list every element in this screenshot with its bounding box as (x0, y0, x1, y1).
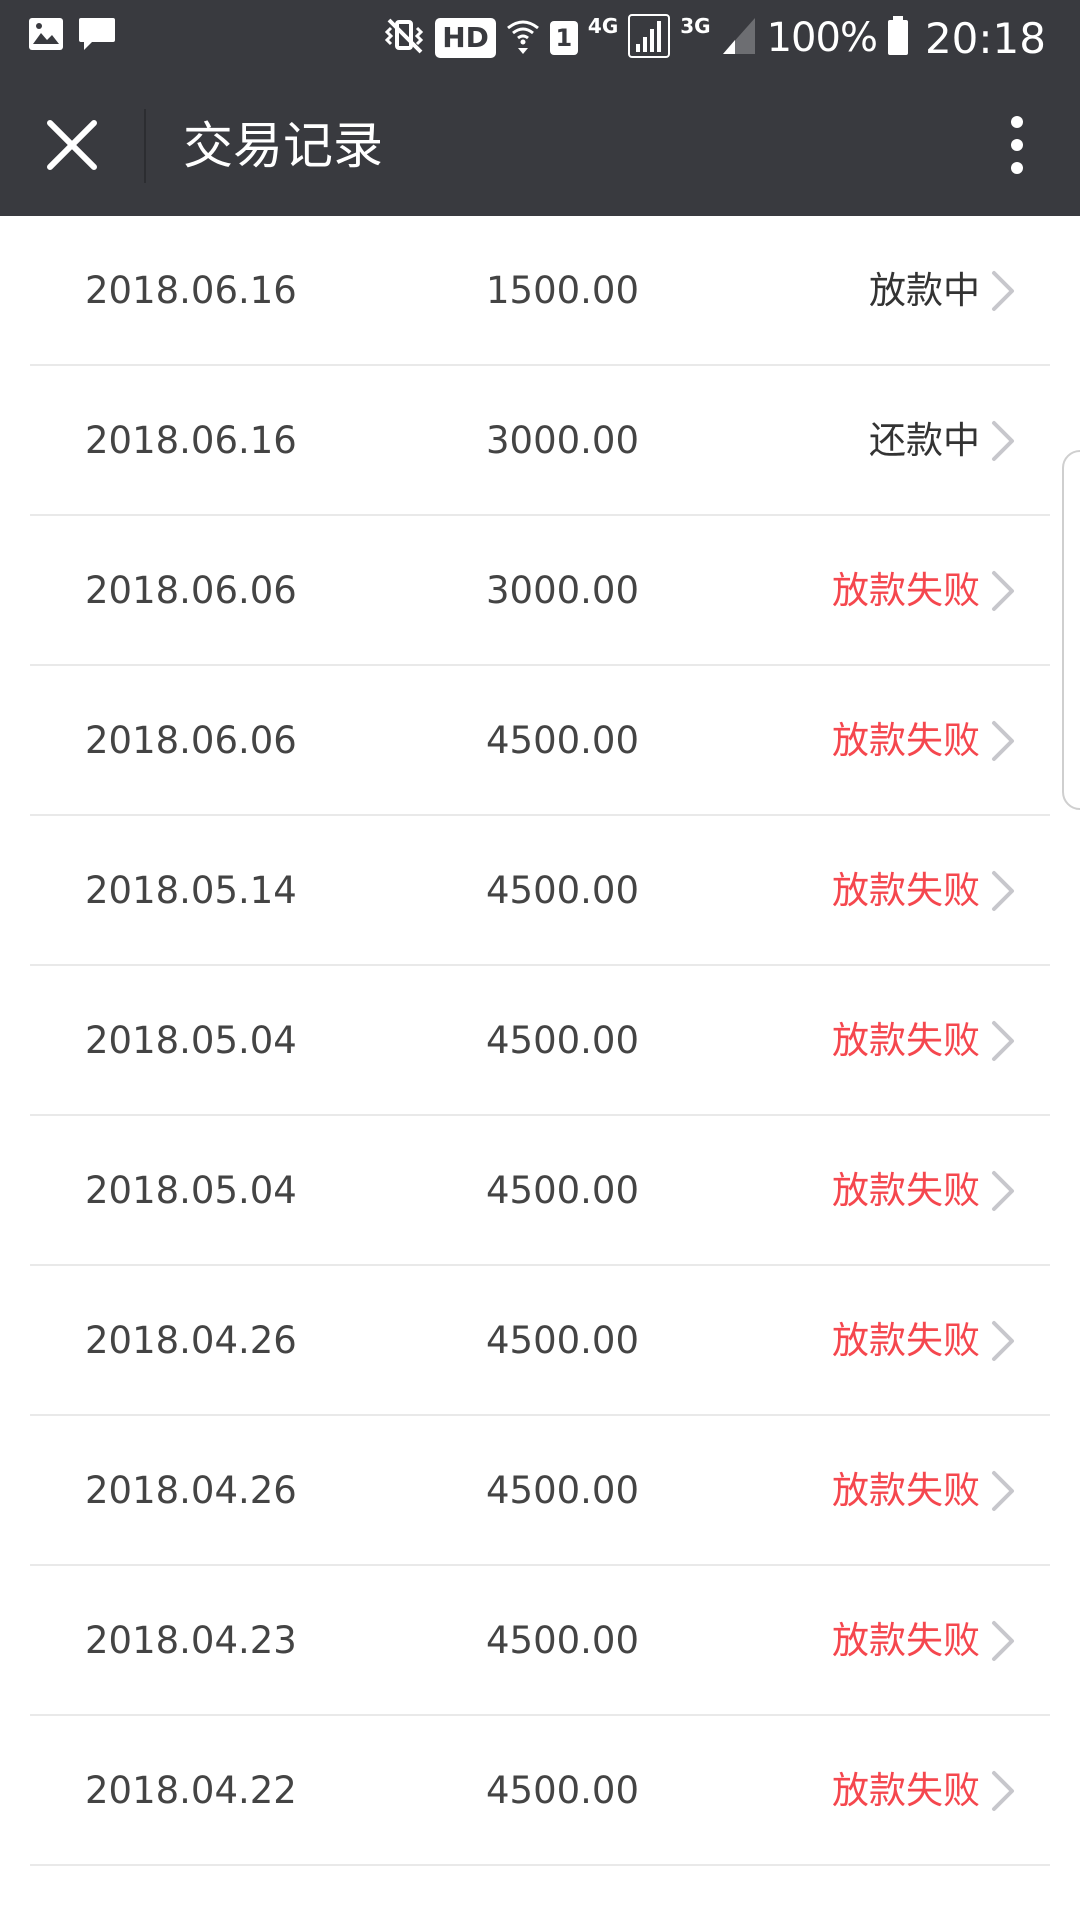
transaction-amount: 4500.00 (486, 1169, 640, 1212)
transaction-row[interactable]: 2018.06.06 3000.00 放款失败 (0, 516, 1080, 666)
network-4g-label: 4G (587, 14, 619, 38)
transaction-amount: 4500.00 (486, 1019, 640, 1062)
transaction-status: 放款失败 (832, 1619, 980, 1662)
transaction-amount: 1500.00 (486, 269, 640, 312)
gallery-icon (28, 17, 64, 55)
signal-strength-icon (628, 14, 671, 62)
status-bar-right: HD 1 4G 3G 100% 20:18 (385, 6, 1046, 70)
transaction-row[interactable]: 2018.06.06 4500.00 放款失败 (0, 666, 1080, 816)
hd-voice-badge: HD (435, 18, 496, 58)
transaction-status: 放款失败 (832, 1319, 980, 1362)
transaction-list: 2018.06.16 1500.00 放款中 2018.06.16 3000.00 还款中… (0, 216, 1080, 1866)
transaction-date: 2018.06.06 (85, 719, 297, 762)
sim-slot-badge: 1 (549, 21, 578, 55)
transaction-amount: 4500.00 (486, 1469, 640, 1512)
transaction-date: 2018.06.16 (85, 419, 297, 462)
status-bar-left (28, 16, 116, 56)
transaction-row[interactable]: 2018.05.14 4500.00 放款失败 (0, 816, 1080, 966)
transaction-status: 放款失败 (832, 1169, 980, 1212)
chevron-right-icon (980, 1769, 1024, 1813)
transaction-row[interactable]: 2018.04.26 4500.00 放款失败 (0, 1416, 1080, 1566)
transaction-amount: 4500.00 (486, 719, 640, 762)
transaction-row[interactable]: 2018.06.16 3000.00 还款中 (0, 366, 1080, 516)
transaction-row[interactable]: 2018.05.04 4500.00 放款失败 (0, 1116, 1080, 1266)
transaction-amount: 3000.00 (486, 419, 640, 462)
chevron-right-icon (980, 719, 1024, 763)
signal-weak-icon (721, 16, 757, 60)
transaction-date: 2018.05.04 (85, 1019, 297, 1062)
transaction-row[interactable]: 2018.06.16 1500.00 放款中 (0, 216, 1080, 366)
transaction-date: 2018.06.16 (85, 269, 297, 312)
transaction-row[interactable]: 2018.04.23 4500.00 放款失败 (0, 1566, 1080, 1716)
chevron-right-icon (980, 269, 1024, 313)
transaction-amount: 4500.00 (486, 1769, 640, 1812)
transaction-amount: 4500.00 (486, 1619, 640, 1662)
transaction-date: 2018.04.22 (85, 1769, 297, 1812)
title-bar: 交易记录 (0, 75, 1080, 216)
status-bar: HD 1 4G 3G 100% 20:18 (0, 0, 1080, 75)
mute-vibrate-icon (385, 16, 425, 60)
transaction-status: 放款中 (869, 269, 980, 312)
transaction-date: 2018.05.04 (85, 1169, 297, 1212)
transaction-date: 2018.05.14 (85, 869, 297, 912)
transaction-row[interactable]: 2018.04.22 4500.00 放款失败 (0, 1716, 1080, 1866)
battery-percent: 100% (766, 15, 878, 61)
chevron-right-icon (980, 419, 1024, 463)
chevron-right-icon (980, 869, 1024, 913)
transaction-row[interactable]: 2018.05.04 4500.00 放款失败 (0, 966, 1080, 1116)
chevron-right-icon (980, 1469, 1024, 1513)
transaction-date: 2018.04.26 (85, 1469, 297, 1512)
chevron-right-icon (980, 1019, 1024, 1063)
transaction-status: 放款失败 (832, 569, 980, 612)
close-button[interactable] (30, 105, 114, 189)
transaction-status: 还款中 (869, 419, 980, 462)
page-title: 交易记录 (183, 117, 383, 175)
chevron-right-icon (980, 1169, 1024, 1213)
clock-time: 20:18 (924, 13, 1046, 63)
more-vertical-icon (1010, 115, 1024, 179)
transaction-status: 放款失败 (832, 1769, 980, 1812)
message-icon (78, 16, 116, 56)
network-3g-label: 3G (680, 14, 711, 38)
scroll-indicator[interactable] (1062, 450, 1080, 810)
transaction-date: 2018.04.26 (85, 1319, 297, 1362)
transaction-amount: 3000.00 (486, 569, 640, 612)
chevron-right-icon (980, 1319, 1024, 1363)
chevron-right-icon (980, 569, 1024, 613)
title-divider (144, 109, 146, 183)
transaction-row[interactable]: 2018.04.26 4500.00 放款失败 (0, 1266, 1080, 1416)
transaction-status: 放款失败 (832, 719, 980, 762)
transaction-status: 放款失败 (832, 1469, 980, 1512)
battery-icon (887, 16, 909, 60)
close-icon (46, 119, 98, 175)
chevron-right-icon (980, 1619, 1024, 1663)
wifi-icon (506, 16, 540, 60)
transaction-date: 2018.04.23 (85, 1619, 297, 1662)
transaction-status: 放款失败 (832, 1019, 980, 1062)
transaction-amount: 4500.00 (486, 869, 640, 912)
transaction-amount: 4500.00 (486, 1319, 640, 1362)
more-options-button[interactable] (984, 105, 1050, 189)
transaction-date: 2018.06.06 (85, 569, 297, 612)
transaction-status: 放款失败 (832, 869, 980, 912)
